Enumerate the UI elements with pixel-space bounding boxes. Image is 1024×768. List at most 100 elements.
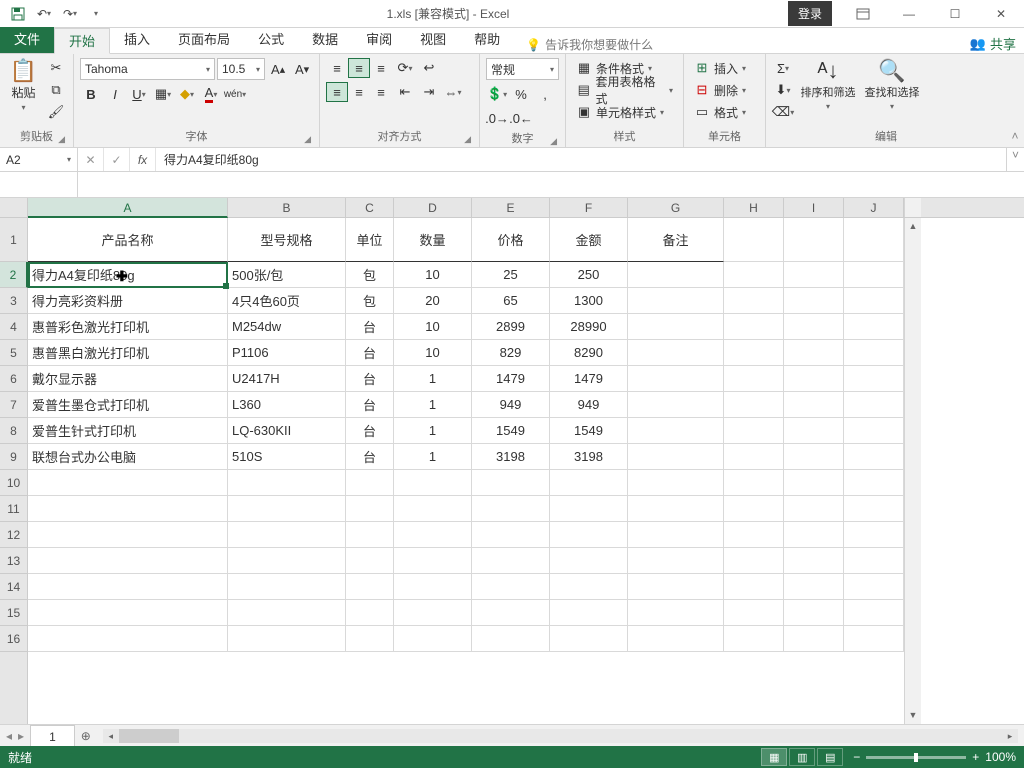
cell[interactable] (724, 314, 784, 340)
close-icon[interactable]: ✕ (978, 0, 1024, 28)
row-header-6[interactable]: 6 (0, 366, 27, 392)
tab-file[interactable]: 文件 (0, 27, 54, 53)
cell[interactable]: U2417H (228, 366, 346, 392)
cell[interactable]: 金额 (550, 218, 628, 262)
collapse-ribbon-icon[interactable]: ˄ (1006, 54, 1024, 147)
cell[interactable] (844, 574, 904, 600)
cell[interactable] (724, 288, 784, 314)
cell[interactable] (784, 600, 844, 626)
cell[interactable] (844, 522, 904, 548)
cell[interactable]: 台 (346, 392, 394, 418)
font-color-button[interactable]: A▾ (200, 84, 222, 104)
row-header-11[interactable]: 11 (0, 496, 27, 522)
cell[interactable] (346, 626, 394, 652)
grow-font-icon[interactable]: A▴ (267, 59, 289, 79)
cell[interactable] (784, 522, 844, 548)
col-header-B[interactable]: B (228, 198, 346, 217)
cell[interactable] (724, 470, 784, 496)
row-header-13[interactable]: 13 (0, 548, 27, 574)
scroll-right-icon[interactable]: ▸ (1002, 729, 1018, 743)
cell[interactable]: 28990 (550, 314, 628, 340)
cell[interactable]: 250 (550, 262, 628, 288)
cell[interactable]: 台 (346, 340, 394, 366)
cell[interactable] (346, 574, 394, 600)
minimize-icon[interactable]: ― (886, 0, 932, 28)
cell[interactable] (228, 470, 346, 496)
cell[interactable] (394, 470, 472, 496)
cell[interactable]: P1106 (228, 340, 346, 366)
cell[interactable]: 价格 (472, 218, 550, 262)
col-header-H[interactable]: H (724, 198, 784, 217)
cell[interactable] (628, 366, 724, 392)
cell[interactable]: 829 (472, 340, 550, 366)
font-dialog-icon[interactable]: ◢ (304, 134, 311, 145)
cell[interactable] (844, 444, 904, 470)
font-name-combo[interactable]: Tahoma▾ (80, 58, 215, 80)
row-header-5[interactable]: 5 (0, 340, 27, 366)
fill-color-button[interactable]: ◆▾ (176, 84, 198, 104)
cell[interactable] (628, 340, 724, 366)
row-header-9[interactable]: 9 (0, 444, 27, 470)
align-top-icon[interactable]: ≡ (326, 58, 348, 78)
cell[interactable]: 2899 (472, 314, 550, 340)
cell[interactable] (724, 418, 784, 444)
cell[interactable] (844, 418, 904, 444)
cell[interactable] (472, 470, 550, 496)
cell[interactable]: 20 (394, 288, 472, 314)
cell[interactable]: 1 (394, 418, 472, 444)
cell[interactable] (550, 600, 628, 626)
orientation-icon[interactable]: ⟳▾ (394, 58, 416, 78)
alignment-dialog-icon[interactable]: ◢ (464, 134, 471, 145)
tab-home[interactable]: 开始 (54, 28, 110, 54)
cut-icon[interactable]: ✂ (45, 58, 67, 78)
cell[interactable]: 爱普生针式打印机 (28, 418, 228, 444)
ribbon-options-icon[interactable] (840, 0, 886, 28)
cell[interactable] (228, 522, 346, 548)
cell[interactable] (724, 340, 784, 366)
sort-filter-button[interactable]: ᴬ↓ 排序和筛选▾ (798, 58, 858, 111)
cell[interactable] (628, 470, 724, 496)
row-header-4[interactable]: 4 (0, 314, 27, 340)
cell[interactable] (844, 314, 904, 340)
cell[interactable] (784, 218, 844, 262)
tab-data[interactable]: 数据 (298, 27, 352, 53)
cell[interactable] (784, 548, 844, 574)
number-format-combo[interactable]: 常规▾ (486, 58, 559, 80)
cell[interactable] (550, 496, 628, 522)
cell[interactable]: 3198 (472, 444, 550, 470)
redo-icon[interactable]: ↷▾ (58, 3, 82, 25)
align-bottom-icon[interactable]: ≡ (370, 58, 392, 78)
normal-view-icon[interactable]: ▦ (761, 748, 787, 766)
cell[interactable] (628, 444, 724, 470)
cell[interactable] (472, 626, 550, 652)
row-header-1[interactable]: 1 (0, 218, 27, 262)
cell[interactable] (28, 496, 228, 522)
wrap-text-icon[interactable]: ↩ (418, 58, 440, 78)
cell[interactable] (472, 522, 550, 548)
align-left-icon[interactable]: ≡ (326, 82, 348, 102)
cell[interactable] (844, 288, 904, 314)
col-header-D[interactable]: D (394, 198, 472, 217)
qat-customize-icon[interactable]: ▾ (84, 3, 108, 25)
col-header-G[interactable]: G (628, 198, 724, 217)
cell[interactable]: 戴尔显示器 (28, 366, 228, 392)
horizontal-scrollbar[interactable]: ◂ ▸ (103, 729, 1018, 743)
cell[interactable]: 1300 (550, 288, 628, 314)
cell[interactable] (346, 496, 394, 522)
format-cells-button[interactable]: ▭格式▾ (690, 102, 750, 122)
scroll-left-icon[interactable]: ◂ (103, 729, 119, 743)
cell[interactable] (784, 262, 844, 288)
cell[interactable] (784, 418, 844, 444)
cell[interactable]: LQ-630KII (228, 418, 346, 444)
share-button[interactable]: 👥 共享 (970, 34, 1016, 53)
format-painter-icon[interactable]: 🖌 (45, 102, 67, 122)
cell[interactable] (346, 522, 394, 548)
delete-cells-button[interactable]: ⊟删除▾ (690, 80, 750, 100)
expand-formula-bar-icon[interactable]: ˅ (1006, 148, 1024, 171)
save-icon[interactable] (6, 3, 30, 25)
cell[interactable] (784, 470, 844, 496)
tab-review[interactable]: 审阅 (352, 27, 406, 53)
cell[interactable] (724, 366, 784, 392)
cell[interactable] (228, 600, 346, 626)
maximize-icon[interactable]: ☐ (932, 0, 978, 28)
